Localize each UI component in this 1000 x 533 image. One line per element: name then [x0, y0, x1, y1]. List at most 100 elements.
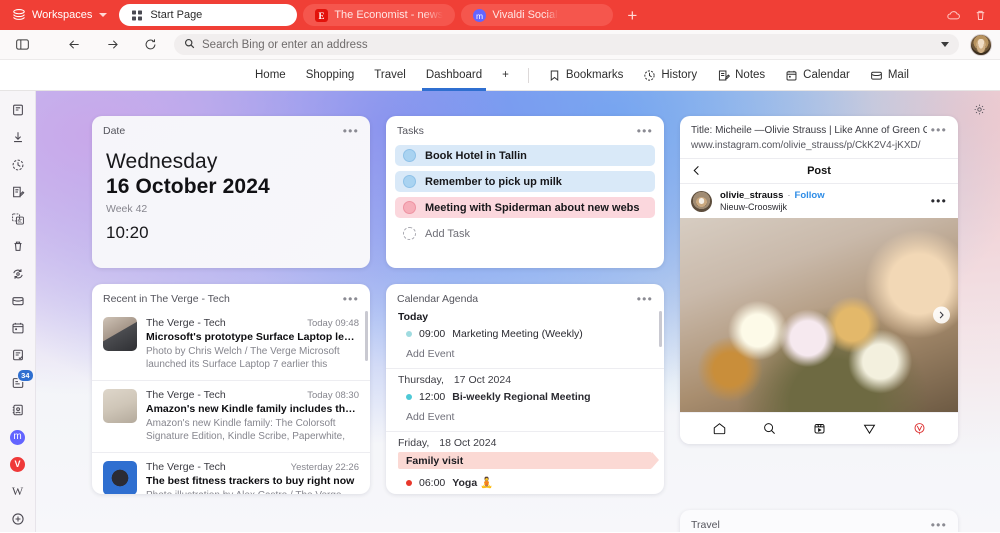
scrollbar[interactable]	[659, 311, 662, 347]
feed-list[interactable]: The Verge - Tech Today 09:48 Microsoft's…	[92, 309, 370, 494]
task-item[interactable]: Remember to pick up milk	[395, 171, 655, 192]
widget-menu-button[interactable]: •••	[931, 521, 947, 529]
travel-widget: Travel ••• B ⏏ ↗	[680, 510, 958, 532]
sidebar-item-wikipedia[interactable]: W	[4, 479, 32, 505]
profile-avatar[interactable]	[970, 34, 992, 56]
tab-start-page[interactable]: Start Page	[119, 4, 297, 26]
sidebar-item-notes[interactable]	[4, 179, 32, 205]
sidebar-item-mail[interactable]	[4, 288, 32, 314]
feed-time: Yesterday 22:26	[291, 462, 359, 473]
instagram-username[interactable]: olivie_strauss	[720, 190, 783, 201]
sidebar-item-vivaldi[interactable]: V	[4, 451, 32, 477]
date-time: 10:20	[92, 215, 370, 243]
feed-item[interactable]: The Verge - Tech Today 08:30 Amazon's ne…	[92, 381, 370, 453]
agenda-allday-event[interactable]: Family visit	[398, 452, 652, 469]
event-name: Yoga 🧘	[452, 476, 493, 489]
sidebar-item-translate[interactable]: 文	[4, 206, 32, 232]
task-item[interactable]: Meeting with Spiderman about new webs	[395, 197, 655, 218]
widget-menu-button[interactable]: •••	[927, 116, 958, 134]
panel-mail[interactable]: Mail	[860, 60, 919, 91]
agenda-event[interactable]: 06:00 Yoga 🧘	[386, 469, 664, 493]
add-event-button[interactable]: Add Event	[386, 407, 664, 430]
widget-header: Tasks •••	[386, 116, 664, 141]
economist-icon: E	[315, 9, 328, 22]
sidebar-item-history[interactable]	[4, 152, 32, 178]
scrollbar[interactable]	[365, 311, 368, 361]
event-time: 06:00	[419, 477, 445, 489]
sidebar-item-calendar[interactable]	[4, 315, 32, 341]
calendar-agenda-widget: Calendar Agenda ••• Today 09:00 Marketin…	[386, 284, 664, 494]
address-bar: Search Bing or enter an address	[0, 30, 1000, 60]
widget-menu-button[interactable]: •••	[343, 295, 359, 303]
feed-headline: Microsoft's prototype Surface Laptop lea…	[146, 331, 359, 343]
chevron-down-icon[interactable]	[941, 42, 949, 47]
sidebar-item-reading-list[interactable]	[4, 97, 32, 123]
add-event-button[interactable]: Add Event	[386, 344, 664, 367]
widget-menu-button[interactable]: •••	[637, 295, 653, 303]
sidebar-item-mastodon[interactable]: m	[4, 424, 32, 450]
sidebar-item-tasks[interactable]	[4, 342, 32, 368]
task-checkbox[interactable]	[403, 175, 416, 188]
reload-icon[interactable]	[136, 34, 164, 56]
feed-summary: Photo illustration by Alex Castro / The …	[146, 489, 359, 494]
panel-notes[interactable]: Notes	[707, 60, 775, 91]
send-icon[interactable]	[862, 421, 877, 436]
workspaces-button[interactable]: Workspaces	[6, 5, 113, 25]
task-checkbox[interactable]	[403, 201, 416, 214]
tab-the-economist[interactable]: E The Economist - news at y	[303, 4, 455, 26]
feed-time: Today 08:30	[307, 390, 359, 401]
bookmark-travel[interactable]: Travel	[364, 60, 416, 91]
tab-vivaldi-social[interactable]: m Vivaldi Social	[461, 4, 613, 26]
avatar[interactable]	[691, 191, 712, 212]
instagram-page-url: www.instagram.com/olivie_strauss/p/CkK2V…	[680, 136, 958, 158]
event-time: 09:00	[419, 328, 445, 340]
history-icon	[643, 69, 656, 82]
reels-icon[interactable]	[812, 421, 827, 436]
bookmark-add-button[interactable]: +	[492, 60, 519, 91]
new-tab-button[interactable]: +	[619, 7, 645, 24]
bookmark-dashboard[interactable]: Dashboard	[416, 60, 492, 91]
sidebar-item-contacts[interactable]	[4, 397, 32, 423]
sidebar-item-downloads[interactable]	[4, 124, 32, 150]
panel-calendar[interactable]: Calendar	[775, 60, 860, 91]
home-icon[interactable]	[712, 421, 727, 436]
follow-button[interactable]: Follow	[795, 190, 825, 201]
back-arrow-icon[interactable]	[60, 34, 88, 56]
bookmark-shopping[interactable]: Shopping	[296, 60, 365, 91]
search-input[interactable]: Search Bing or enter an address	[174, 34, 959, 55]
forward-arrow-icon[interactable]	[98, 34, 126, 56]
bookmark-home[interactable]: Home	[245, 60, 296, 91]
task-checkbox[interactable]	[403, 149, 416, 162]
panel-toggle-icon[interactable]	[8, 34, 36, 56]
chevron-left-icon[interactable]	[692, 164, 701, 178]
chevron-right-icon[interactable]	[933, 307, 950, 324]
panel-history[interactable]: History	[633, 60, 707, 91]
sidebar-item-sync[interactable]	[4, 261, 32, 287]
workspaces-label: Workspaces	[32, 9, 92, 21]
feed-item[interactable]: The Verge - Tech Today 09:48 Microsoft's…	[92, 309, 370, 381]
sidebar-item-add-web-panel[interactable]	[4, 506, 32, 532]
svg-text:文: 文	[17, 217, 22, 224]
event-time: 12:00	[419, 391, 445, 403]
post-menu-button[interactable]: •••	[931, 198, 947, 204]
agenda-day-name: Friday,	[398, 437, 429, 449]
task-item[interactable]: Book Hotel in Tallin	[395, 145, 655, 166]
sidebar-item-feed-reader[interactable]: 34	[4, 370, 32, 396]
trash-icon[interactable]	[973, 8, 988, 23]
search-icon[interactable]	[762, 421, 777, 436]
instagram-bottom-nav	[680, 412, 958, 444]
agenda-list[interactable]: Today 09:00 Marketing Meeting (Weekly) A…	[386, 309, 664, 494]
agenda-event[interactable]: 09:00 Marketing Meeting (Weekly)	[386, 324, 664, 344]
event-color-dot	[406, 480, 412, 486]
panel-bookmarks[interactable]: Bookmarks	[538, 60, 634, 91]
add-task-button[interactable]: Add Task	[395, 223, 655, 244]
feed-source: The Verge - Tech	[146, 461, 226, 473]
sidebar-item-trash[interactable]	[4, 233, 32, 259]
vivaldi-profile-icon[interactable]	[912, 421, 927, 436]
widget-menu-button[interactable]: •••	[637, 127, 653, 135]
agenda-event[interactable]: 12:00 Bi-weekly Regional Meeting	[386, 387, 664, 407]
feed-item[interactable]: The Verge - Tech Yesterday 22:26 The bes…	[92, 453, 370, 494]
event-color-dot	[406, 394, 412, 400]
widget-menu-button[interactable]: •••	[343, 127, 359, 135]
cloud-icon[interactable]	[946, 8, 961, 23]
